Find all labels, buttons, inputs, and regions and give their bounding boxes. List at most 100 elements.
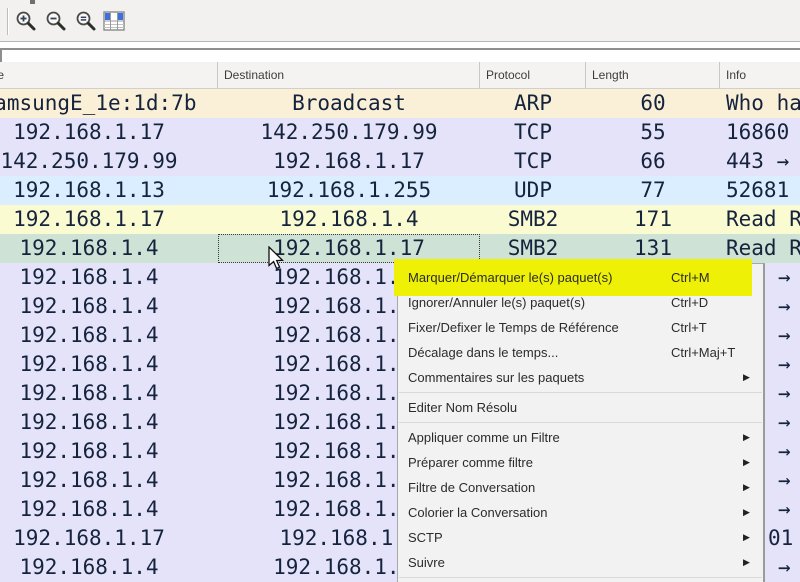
cell-source: 192.168.1.4 xyxy=(0,408,218,437)
menu-item-label: Filtre de Conversation xyxy=(408,480,535,495)
column-header-source[interactable]: Source xyxy=(0,62,218,88)
main-toolbar xyxy=(0,0,800,42)
cell-length: 77 xyxy=(586,176,720,205)
menu-item-shortcut: Ctrl+Maj+T xyxy=(671,340,735,365)
zoom-normal-button[interactable] xyxy=(72,7,100,35)
cell-source: SamsungE_1e:1d:7b xyxy=(0,89,218,118)
context-menu-item[interactable]: Fixer/Defixer le Temps de RéférenceCtrl+… xyxy=(398,315,763,340)
cell-protocol: TCP xyxy=(480,118,586,147)
cell-destination: 192.168.1.4 xyxy=(218,205,480,234)
submenu-arrow-icon: ▶ xyxy=(743,550,750,575)
resize-columns-button[interactable] xyxy=(100,7,128,35)
menu-item-label: Suivre xyxy=(408,555,445,570)
info-fragment: → xyxy=(778,292,791,321)
submenu-arrow-icon: ▶ xyxy=(743,525,750,550)
wireshark-window: SourceDestinationProtocolLengthInfo Sams… xyxy=(0,0,800,582)
context-menu-item[interactable]: Marquer/Démarquer le(s) paquet(s) Ctrl+M xyxy=(398,265,763,290)
toolbar-separator xyxy=(7,8,9,35)
submenu-arrow-icon: ▶ xyxy=(743,365,750,390)
cell-source: 192.168.1.4 xyxy=(0,553,218,582)
info-fragment: → xyxy=(778,495,791,524)
menu-item-label: Ignorer/Annuler le(s) paquet(s) xyxy=(408,295,585,310)
cell-destination: 192.168.1.255 xyxy=(218,176,480,205)
packet-list-header: SourceDestinationProtocolLengthInfo xyxy=(0,62,800,89)
info-fragment: → xyxy=(778,263,791,292)
context-menu-item[interactable]: Editer Nom Résolu xyxy=(398,395,763,420)
cell-info: Who ha xyxy=(720,89,800,118)
menu-item-label: Préparer comme filtre xyxy=(408,455,533,470)
context-menu-item[interactable]: SCTP▶ xyxy=(398,525,763,550)
cell-protocol: SMB2 xyxy=(480,205,586,234)
submenu-arrow-icon: ▶ xyxy=(743,425,750,450)
panel-divider xyxy=(0,48,800,51)
cell-protocol: TCP xyxy=(480,147,586,176)
column-header-info[interactable]: Info xyxy=(720,62,800,88)
zoom-out-button[interactable] xyxy=(42,7,70,35)
info-fragment: → xyxy=(778,466,791,495)
cell-destination: Broadcast xyxy=(218,89,480,118)
cell-info: 16860 xyxy=(720,118,800,147)
context-menu-item[interactable]: Colorier la Conversation ▶ xyxy=(398,500,763,525)
submenu-arrow-icon: ▶ xyxy=(743,500,750,525)
cell-source: 192.168.1.4 xyxy=(0,495,218,524)
context-menu-item[interactable]: Décalage dans le temps... Ctrl+Maj+T xyxy=(398,340,763,365)
menu-item-shortcut: Ctrl+D xyxy=(671,290,708,315)
info-fragment: 01 xyxy=(768,524,793,553)
menu-separator xyxy=(399,392,762,393)
menu-item-label: Fixer/Defixer le Temps de Référence xyxy=(408,320,619,335)
cell-destination: 192.168.1.17 xyxy=(218,147,480,176)
menu-item-label: Marquer/Démarquer le(s) paquet(s) xyxy=(408,270,612,285)
cell-info: 443 → xyxy=(720,147,800,176)
packet-row[interactable]: SamsungE_1e:1d:7bBroadcastARP60Who ha xyxy=(0,89,800,118)
menu-separator xyxy=(399,577,762,578)
column-header-length[interactable]: Length xyxy=(586,62,720,88)
cell-source: 192.168.1.4 xyxy=(0,321,218,350)
cell-source: 192.168.1.4 xyxy=(0,292,218,321)
cell-source: 192.168.1.4 xyxy=(0,350,218,379)
menu-item-shortcut: Ctrl+M xyxy=(671,265,710,290)
cell-length: 171 xyxy=(586,205,720,234)
cell-source: 142.250.179.99 xyxy=(0,147,218,176)
context-menu-item[interactable]: Appliquer comme un Filtre ▶ xyxy=(398,425,763,450)
cell-source: 192.168.1.4 xyxy=(0,234,218,263)
cell-source: 192.168.1.17 xyxy=(0,205,218,234)
column-header-destination[interactable]: Destination xyxy=(218,62,480,88)
cell-length: 60 xyxy=(586,89,720,118)
cell-source: 192.168.1.17 xyxy=(0,524,218,553)
cell-source: 192.168.1.4 xyxy=(0,263,218,292)
magnifier-minus-icon xyxy=(44,9,68,33)
packet-row[interactable]: 192.168.1.17142.250.179.99TCP5516860 xyxy=(0,118,800,147)
info-fragment: → xyxy=(778,321,791,350)
column-header-protocol[interactable]: Protocol xyxy=(480,62,586,88)
resize-columns-icon xyxy=(102,9,126,33)
magnifier-normal-icon xyxy=(74,9,98,33)
context-menu-item[interactable]: Commentaires sur les paquets ▶ xyxy=(398,365,763,390)
cell-source: 192.168.1.4 xyxy=(0,437,218,466)
menu-item-label: Commentaires sur les paquets xyxy=(408,370,584,385)
cell-protocol: ARP xyxy=(480,89,586,118)
zoom-in-button[interactable] xyxy=(12,7,40,35)
cell-source: 192.168.1.4 xyxy=(0,379,218,408)
magnifier-plus-icon xyxy=(14,9,38,33)
menu-item-label: Décalage dans le temps... xyxy=(408,345,558,360)
cell-length: 55 xyxy=(586,118,720,147)
context-menu-item[interactable]: Suivre ▶ xyxy=(398,550,763,575)
cell-info: 52681 xyxy=(720,176,800,205)
packet-row[interactable]: 192.168.1.13192.168.1.255UDP7752681 xyxy=(0,176,800,205)
menu-item-label: Colorier la Conversation xyxy=(408,505,547,520)
menu-item-label: Appliquer comme un Filtre xyxy=(408,430,560,445)
info-fragment: → xyxy=(778,379,791,408)
submenu-arrow-icon: ▶ xyxy=(743,475,750,500)
cell-source: 192.168.1.4 xyxy=(0,466,218,495)
context-menu-item[interactable]: Ignorer/Annuler le(s) paquet(s) Ctrl+D xyxy=(398,290,763,315)
cell-length: 66 xyxy=(586,147,720,176)
context-menu-item[interactable]: Préparer comme filtre ▶ xyxy=(398,450,763,475)
submenu-arrow-icon: ▶ xyxy=(743,450,750,475)
cell-info: Read R xyxy=(720,205,800,234)
cell-source: 192.168.1.13 xyxy=(0,176,218,205)
context-menu-item[interactable]: Filtre de Conversation ▶ xyxy=(398,475,763,500)
cropped-ui-fragment xyxy=(30,0,35,4)
packet-row[interactable]: 192.168.1.17192.168.1.4SMB2171Read R xyxy=(0,205,800,234)
menu-item-label: Editer Nom Résolu xyxy=(408,400,517,415)
packet-row[interactable]: 142.250.179.99192.168.1.17TCP66443 → xyxy=(0,147,800,176)
